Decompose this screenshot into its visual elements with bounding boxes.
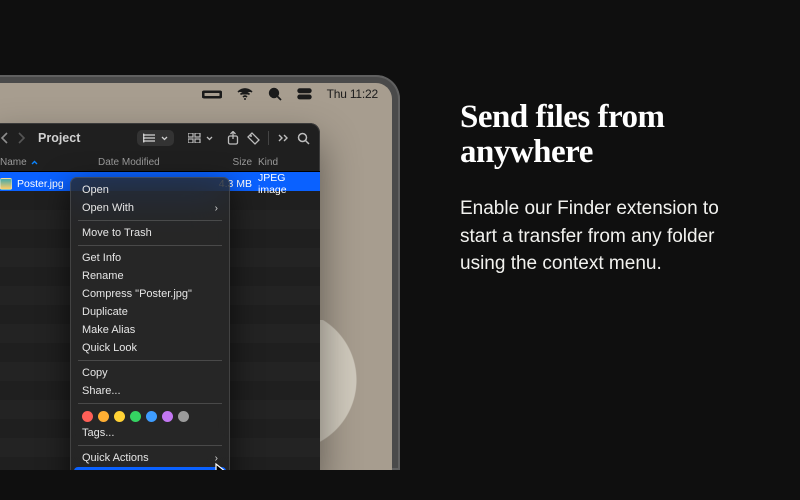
- menu-duplicate[interactable]: Duplicate: [74, 303, 226, 321]
- menu-rename[interactable]: Rename: [74, 267, 226, 285]
- menu-create-transfer[interactable]: Create a Transfer: [74, 467, 226, 470]
- tag-purple[interactable]: [162, 411, 173, 422]
- menu-share[interactable]: Share...: [74, 382, 226, 400]
- wifi-icon[interactable]: [237, 88, 253, 100]
- menu-get-info[interactable]: Get Info: [74, 249, 226, 267]
- col-kind[interactable]: Kind: [258, 157, 310, 168]
- finder-column-headers[interactable]: Name Date Modified Size Kind: [0, 153, 320, 172]
- menu-separator: [78, 360, 222, 361]
- mouse-cursor-icon: [215, 463, 231, 470]
- search-button[interactable]: [297, 132, 310, 145]
- menu-tags[interactable]: Tags...: [74, 424, 226, 442]
- menu-separator: [78, 245, 222, 246]
- headline: Send files from anywhere: [460, 100, 760, 169]
- menubar-clock[interactable]: Thu 11:22: [327, 87, 378, 101]
- macos-menubar: Thu 11:22: [188, 83, 392, 105]
- menu-separator: [78, 445, 222, 446]
- submenu-chevron-icon: ›: [215, 203, 218, 214]
- back-button[interactable]: [0, 132, 9, 144]
- finder-toolbar: Project: [0, 123, 320, 153]
- col-size[interactable]: Size: [188, 157, 258, 168]
- tag-blue[interactable]: [146, 411, 157, 422]
- group-by-button[interactable]: [182, 130, 219, 146]
- marketing-text-block: Send files from anywhere Enable our Find…: [460, 100, 760, 278]
- promo-canvas: Thu 11:22 Project: [0, 0, 800, 500]
- toolbar-separator: [268, 131, 269, 145]
- col-name[interactable]: Name: [0, 157, 98, 168]
- body-copy: Enable our Finder extension to start a t…: [460, 195, 760, 278]
- menu-open-with[interactable]: Open With›: [74, 199, 226, 217]
- menu-separator: [78, 220, 222, 221]
- menu-compress[interactable]: Compress "Poster.jpg": [74, 285, 226, 303]
- col-date-modified[interactable]: Date Modified: [98, 157, 188, 168]
- file-name: Poster.jpg: [17, 178, 64, 190]
- control-center-icon[interactable]: [297, 88, 312, 100]
- menu-separator: [78, 403, 222, 404]
- tag-yellow[interactable]: [114, 411, 125, 422]
- macos-desktop: Thu 11:22 Project: [0, 83, 392, 470]
- file-thumbnail-icon: [0, 178, 12, 190]
- menu-quick-look[interactable]: Quick Look: [74, 339, 226, 357]
- menu-open[interactable]: Open: [74, 181, 226, 199]
- file-kind: JPEG image: [258, 172, 310, 196]
- menu-quick-actions[interactable]: Quick Actions›: [74, 449, 226, 467]
- menu-move-to-trash[interactable]: Move to Trash: [74, 224, 226, 242]
- wetransfer-menubar-icon[interactable]: [202, 88, 222, 100]
- menu-tag-colors[interactable]: [74, 407, 226, 424]
- tag-red[interactable]: [82, 411, 93, 422]
- tag-green[interactable]: [130, 411, 141, 422]
- spotlight-search-icon[interactable]: [268, 87, 282, 101]
- menu-make-alias[interactable]: Make Alias: [74, 321, 226, 339]
- submenu-chevron-icon: ›: [215, 453, 218, 464]
- view-mode-button[interactable]: [137, 130, 174, 146]
- toolbar-overflow-button[interactable]: [277, 133, 289, 143]
- share-button[interactable]: [227, 131, 239, 145]
- menu-copy[interactable]: Copy: [74, 364, 226, 382]
- laptop-frame: Thu 11:22 Project: [0, 75, 400, 470]
- forward-button[interactable]: [17, 132, 26, 144]
- tag-orange[interactable]: [98, 411, 109, 422]
- finder-title: Project: [38, 131, 80, 145]
- tag-gray[interactable]: [178, 411, 189, 422]
- tags-button[interactable]: [247, 132, 260, 145]
- context-menu: Open Open With› Move to Trash Get Info R…: [70, 177, 230, 470]
